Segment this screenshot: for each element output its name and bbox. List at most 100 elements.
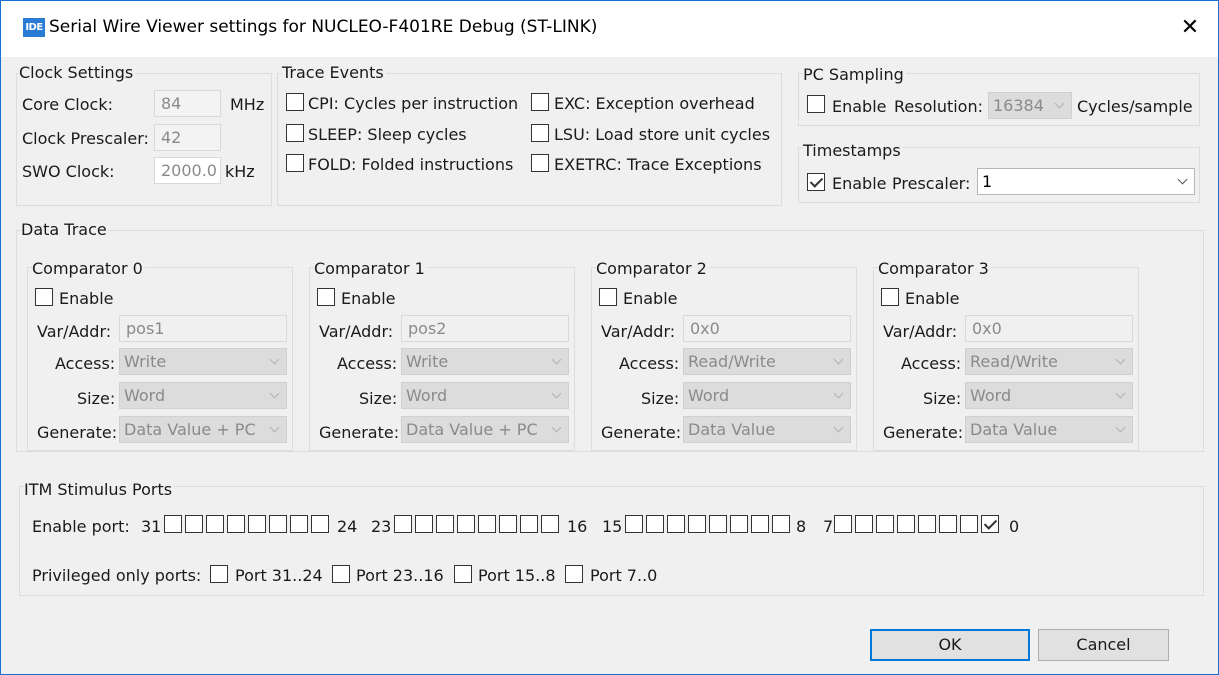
comparator-1-enable-label: Enable (341, 289, 396, 308)
itm-port-1-checkbox[interactable] (960, 515, 978, 533)
pc-sampling-enable-checkbox[interactable] (807, 95, 825, 113)
comparator-0-generate-select[interactable]: Data Value + PC (119, 416, 287, 443)
cpi-checkbox[interactable] (286, 93, 304, 111)
port-group-23-end: 16 (567, 517, 588, 536)
chevron-down-icon (832, 349, 846, 374)
itm-port-23-checkbox[interactable] (394, 515, 412, 533)
exetrc-label: EXETRC: Trace Exceptions (554, 155, 762, 174)
itm-port-31-checkbox[interactable] (164, 515, 182, 533)
comparator-3-access-select[interactable]: Read/Write (965, 348, 1133, 375)
itm-port-21-checkbox[interactable] (436, 515, 454, 533)
comparator-1-generate-select[interactable]: Data Value + PC (401, 416, 569, 443)
comparator-3-generate-label: Generate: (883, 423, 964, 442)
itm-port-25-checkbox[interactable] (290, 515, 308, 533)
comparator-0-access-select[interactable]: Write (119, 348, 287, 375)
comparator-0-var-field[interactable]: pos1 (119, 315, 287, 342)
itm-port-30-checkbox[interactable] (185, 515, 203, 533)
comparator-3-var-field[interactable]: 0x0 (965, 315, 1133, 342)
itm-port-11-checkbox[interactable] (709, 515, 727, 533)
itm-port-13-checkbox[interactable] (667, 515, 685, 533)
chevron-down-icon (1114, 349, 1128, 374)
itm-port-5-checkbox[interactable] (876, 515, 894, 533)
itm-port-15-checkbox[interactable] (625, 515, 643, 533)
lsu-label: LSU: Load store unit cycles (554, 125, 771, 144)
fold-checkbox[interactable] (286, 154, 304, 172)
comparator-2-size-label: Size: (641, 389, 680, 408)
comparator-1-enable-checkbox[interactable] (317, 288, 335, 306)
timestamps-prescaler-select[interactable]: 1 (977, 168, 1195, 195)
comparator-0-generate-label: Generate: (37, 423, 118, 442)
comparator-3-generate-value: Data Value (970, 420, 1058, 439)
comparator-1-size-select[interactable]: Word (401, 382, 569, 409)
resolution-value: 16384 (993, 96, 1044, 115)
comparator-0-enable-checkbox[interactable] (35, 288, 53, 306)
itm-port-16-checkbox[interactable] (541, 515, 559, 533)
comparator-2-size-select[interactable]: Word (683, 382, 851, 409)
clock-prescaler-label: Clock Prescaler: (22, 129, 149, 148)
itm-port-2-checkbox[interactable] (939, 515, 957, 533)
swo-clock-field[interactable]: 2000.0 (154, 157, 221, 184)
core-clock-unit: MHz (230, 95, 265, 114)
ok-button[interactable]: OK (870, 629, 1030, 661)
itm-port-10-checkbox[interactable] (730, 515, 748, 533)
itm-port-29-checkbox[interactable] (206, 515, 224, 533)
resolution-select[interactable]: 16384 (988, 92, 1072, 119)
itm-port-17-checkbox[interactable] (520, 515, 538, 533)
comparator-3-access-label: Access: (901, 354, 962, 373)
comparator-1-var-field[interactable]: pos2 (401, 315, 569, 342)
privileged-port-23-16-checkbox[interactable] (332, 565, 350, 583)
comparator-1-access-select[interactable]: Write (401, 348, 569, 375)
privileged-port-15-8-checkbox[interactable] (454, 565, 472, 583)
comparator-3-enable-checkbox[interactable] (881, 288, 899, 306)
itm-port-28-checkbox[interactable] (227, 515, 245, 533)
comparator-0-enable-label: Enable (59, 289, 114, 308)
comparator-3-size-select[interactable]: Word (965, 382, 1133, 409)
comparator-0-title: Comparator 0 (32, 259, 145, 278)
itm-port-20-checkbox[interactable] (457, 515, 475, 533)
port-group-23-start: 23 (371, 517, 392, 536)
comparator-2-generate-label: Generate: (601, 423, 682, 442)
comparator-2-var-field[interactable]: 0x0 (683, 315, 851, 342)
itm-port-24-checkbox[interactable] (311, 515, 329, 533)
itm-port-27-checkbox[interactable] (248, 515, 266, 533)
comparator-2-title: Comparator 2 (596, 259, 709, 278)
timestamps-enable-checkbox[interactable] (807, 173, 825, 191)
itm-port-9-checkbox[interactable] (751, 515, 769, 533)
comparator-0-generate-value: Data Value + PC (124, 420, 256, 439)
exc-checkbox[interactable] (531, 93, 549, 111)
itm-port-22-checkbox[interactable] (415, 515, 433, 533)
exetrc-checkbox[interactable] (531, 154, 549, 172)
itm-port-0-checkbox[interactable] (981, 515, 999, 533)
chevron-down-icon (550, 383, 564, 408)
comparator-2-enable-checkbox[interactable] (599, 288, 617, 306)
itm-port-12-checkbox[interactable] (688, 515, 706, 533)
itm-port-3-checkbox[interactable] (918, 515, 936, 533)
core-clock-field[interactable]: 84 (154, 90, 221, 117)
sleep-checkbox[interactable] (286, 124, 304, 142)
comparator-2-size-value: Word (688, 386, 730, 405)
privileged-port-31-24-checkbox[interactable] (210, 565, 228, 583)
comparator-3-size-label: Size: (923, 389, 962, 408)
itm-port-6-checkbox[interactable] (855, 515, 873, 533)
chevron-down-icon (1176, 169, 1190, 194)
itm-port-19-checkbox[interactable] (478, 515, 496, 533)
itm-port-18-checkbox[interactable] (499, 515, 517, 533)
itm-port-14-checkbox[interactable] (646, 515, 664, 533)
comparator-3-generate-select[interactable]: Data Value (965, 416, 1133, 443)
ide-app-icon: IDE (23, 18, 45, 37)
itm-port-4-checkbox[interactable] (897, 515, 915, 533)
comparator-1-size-value: Word (406, 386, 448, 405)
lsu-checkbox[interactable] (531, 124, 549, 142)
cancel-button[interactable]: Cancel (1038, 629, 1169, 661)
itm-port-7-checkbox[interactable] (834, 515, 852, 533)
comparator-2-access-select[interactable]: Read/Write (683, 348, 851, 375)
comparator-2-generate-select[interactable]: Data Value (683, 416, 851, 443)
itm-port-26-checkbox[interactable] (269, 515, 287, 533)
privileged-port-7-0-checkbox[interactable] (565, 565, 583, 583)
clock-prescaler-field[interactable]: 42 (154, 124, 221, 151)
comparator-0-size-select[interactable]: Word (119, 382, 287, 409)
comparator-0-size-value: Word (124, 386, 166, 405)
close-icon[interactable]: ✕ (1173, 11, 1207, 45)
port-group-15-end: 8 (796, 517, 807, 536)
itm-port-8-checkbox[interactable] (772, 515, 790, 533)
